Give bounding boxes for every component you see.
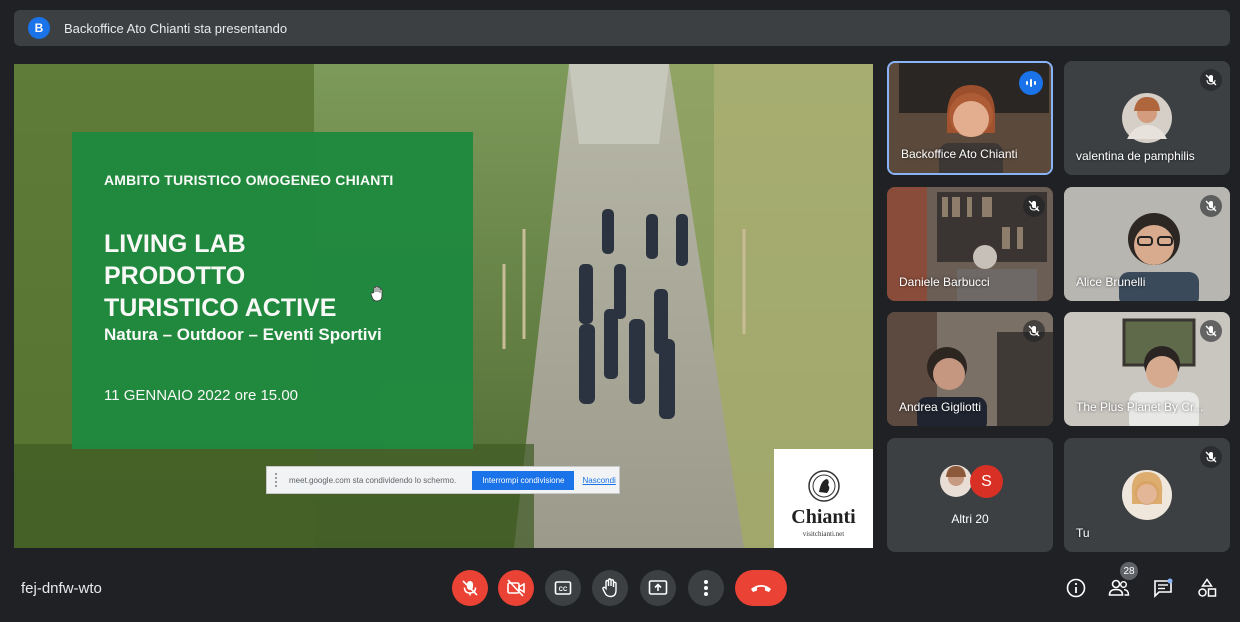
stop-sharing-button[interactable]: Interrompi condivisione [472,470,575,490]
rooster-emblem-icon [807,470,840,502]
slide-headline-line-2: PRODOTTO [104,262,246,290]
participant-tile-alice[interactable]: Alice Brunelli [1064,187,1230,301]
slide-date: 11 GENNAIO 2022 ore 15.00 [104,387,299,404]
present-screen-icon [648,580,668,595]
chat-button[interactable] [1149,574,1177,602]
other-participant-avatar: S [970,465,1003,498]
participant-name: Alice Brunelli [1076,275,1146,289]
participant-name: Andrea Gigliotti [899,400,982,414]
meeting-details-button[interactable] [1062,574,1090,602]
more-vertical-icon [704,580,708,596]
camera-off-icon [507,579,525,597]
mic-off-icon [1200,446,1222,468]
hide-notice-link[interactable]: Nascondi [582,476,615,485]
share-notice-text: meet.google.com sta condividendo lo sche… [289,475,457,485]
slide-headline: LIVING LAB PRODOTTO TURISTICO ACTIVE [104,228,441,324]
present-screen-button[interactable] [640,570,676,606]
hand-cursor-icon [370,286,383,302]
slide-kicker: AMBITO TURISTICO OMOGENEO CHIANTI [104,172,394,188]
activities-shapes-icon [1198,578,1217,597]
mic-off-icon [1200,320,1222,342]
info-icon [1066,578,1086,598]
participant-tile-andrea[interactable]: Andrea Gigliotti [887,312,1053,426]
mic-off-icon [462,580,478,596]
presenter-bar: B Backoffice Ato Chianti sta presentando [14,10,1230,46]
camera-toggle-button[interactable] [498,570,534,606]
mic-off-icon [1023,320,1045,342]
participant-name: valentina de pamphilis [1076,149,1195,163]
captions-button[interactable]: CC [545,570,581,606]
participant-tile-plus-planet[interactable]: The Plus Planet By Cr... [1064,312,1230,426]
chat-icon [1154,578,1173,598]
shared-screen: AMBITO TURISTICO OMOGENEO CHIANTI LIVING… [14,64,873,548]
participant-tile-self[interactable]: Tu [1064,438,1230,552]
raise-hand-icon [602,578,617,598]
slide-headline-line-1: LIVING LAB [104,230,246,258]
participant-tile-backoffice[interactable]: Backoffice Ato Chianti [887,61,1053,175]
meeting-code: fej-dnfw-wto [21,580,102,597]
others-count-label: Altri 20 [951,512,989,526]
hang-up-icon [751,585,771,592]
people-icon [1108,579,1130,596]
more-options-button[interactable] [688,570,724,606]
slide-headline-line-3: TURISTICO ACTIVE [104,294,337,322]
logo-brand-text: Chianti [791,506,856,528]
participant-name: Backoffice Ato Chianti [901,147,1018,161]
presenter-title: Backoffice Ato Chianti sta presentando [64,20,288,36]
drag-handle-icon[interactable] [275,473,281,487]
speaking-indicator-icon [1019,71,1043,95]
participant-tile-daniele[interactable]: Daniele Barbucci [887,187,1053,301]
svg-text:CC: CC [559,587,568,593]
control-bar: fej-dnfw-wto CC 28 [0,560,1240,622]
leave-call-button[interactable] [735,570,787,606]
chianti-logo: Chianti visitchianti.net [774,449,873,548]
microphone-toggle-button[interactable] [452,570,488,606]
participant-name: Tu [1076,526,1090,540]
participant-tile-valentina[interactable]: valentina de pamphilis [1064,61,1230,175]
logo-site-text: visitchianti.net [802,530,845,538]
slide-subtitle: Natura – Outdoor – Eventi Sportivi [104,325,382,344]
participant-name: The Plus Planet By Cr... [1076,400,1204,414]
participant-name: Daniele Barbucci [899,275,990,289]
participant-tile-others[interactable]: S Altri 20 [887,438,1053,552]
slide-title-card: AMBITO TURISTICO OMOGENEO CHIANTI LIVING… [72,132,473,449]
presenter-avatar: B [28,17,50,39]
mic-off-icon [1023,195,1045,217]
raise-hand-button[interactable] [592,570,628,606]
mic-off-icon [1200,69,1222,91]
screen-share-notice: meet.google.com sta condividendo lo sche… [266,466,620,494]
participants-count-badge: 28 [1120,562,1138,580]
mic-off-icon [1200,195,1222,217]
activities-button[interactable] [1193,574,1221,602]
closed-captions-icon: CC [554,581,572,595]
